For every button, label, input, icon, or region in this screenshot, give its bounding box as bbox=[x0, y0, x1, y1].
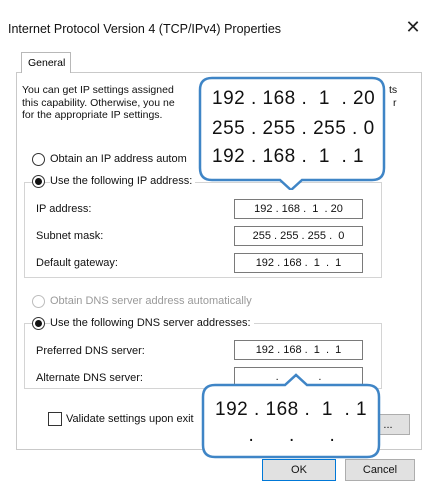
dns-settings-callout: 192 . 168 . 1 . 1 . . . bbox=[201, 373, 383, 459]
tab-general[interactable]: General bbox=[21, 52, 71, 73]
use-following-dns-radio[interactable] bbox=[32, 317, 45, 330]
obtain-ip-automatically-radio[interactable] bbox=[32, 153, 45, 166]
obtain-dns-automatically-label[interactable]: Obtain DNS server address automatically bbox=[50, 295, 252, 307]
use-following-dns-label[interactable]: Use the following DNS server addresses: bbox=[50, 317, 254, 329]
subnet-mask-label: Subnet mask: bbox=[36, 230, 104, 242]
ip-address-label: IP address: bbox=[36, 203, 92, 215]
description-line-2-tail: r bbox=[393, 97, 397, 109]
callout-preferred-dns: 192 . 168 . 1 . 1 bbox=[215, 399, 368, 420]
window-title: Internet Protocol Version 4 (TCP/IPv4) P… bbox=[8, 22, 282, 36]
close-icon[interactable]: ✕ bbox=[405, 18, 421, 36]
ip-settings-callout: 192 . 168 . 1 . 20 255 . 255 . 255 . 0 1… bbox=[198, 76, 388, 190]
callout-default-gateway: 192 . 168 . 1 . 1 bbox=[212, 146, 365, 167]
default-gateway-label: Default gateway: bbox=[36, 257, 118, 269]
callout-alternate-dns: . . . bbox=[237, 425, 347, 446]
validate-settings-label[interactable]: Validate settings upon exit bbox=[66, 413, 194, 425]
preferred-dns-label: Preferred DNS server: bbox=[36, 345, 145, 357]
use-following-ip-label[interactable]: Use the following IP address: bbox=[50, 175, 196, 187]
ip-address-input[interactable]: 192 . 168 . 1 . 20 bbox=[234, 199, 363, 219]
alternate-dns-label: Alternate DNS server: bbox=[36, 372, 143, 384]
obtain-ip-automatically-label[interactable]: Obtain an IP address autom bbox=[50, 153, 187, 165]
preferred-dns-input[interactable]: 192 . 168 . 1 . 1 bbox=[234, 340, 363, 360]
validate-settings-checkbox[interactable] bbox=[48, 412, 62, 426]
default-gateway-input[interactable]: 192 . 168 . 1 . 1 bbox=[234, 253, 363, 273]
description-line-1-tail: ts bbox=[389, 84, 398, 96]
callout-ip-address: 192 . 168 . 1 . 20 bbox=[212, 88, 376, 109]
use-following-ip-radio[interactable] bbox=[32, 175, 45, 188]
obtain-dns-automatically-radio[interactable] bbox=[32, 295, 45, 308]
callout-subnet-mask: 255 . 255 . 255 . 0 bbox=[212, 118, 375, 139]
subnet-mask-input[interactable]: 255 . 255 . 255 . 0 bbox=[234, 226, 363, 246]
cancel-button[interactable]: Cancel bbox=[345, 459, 415, 481]
ok-button[interactable]: OK bbox=[262, 459, 336, 481]
